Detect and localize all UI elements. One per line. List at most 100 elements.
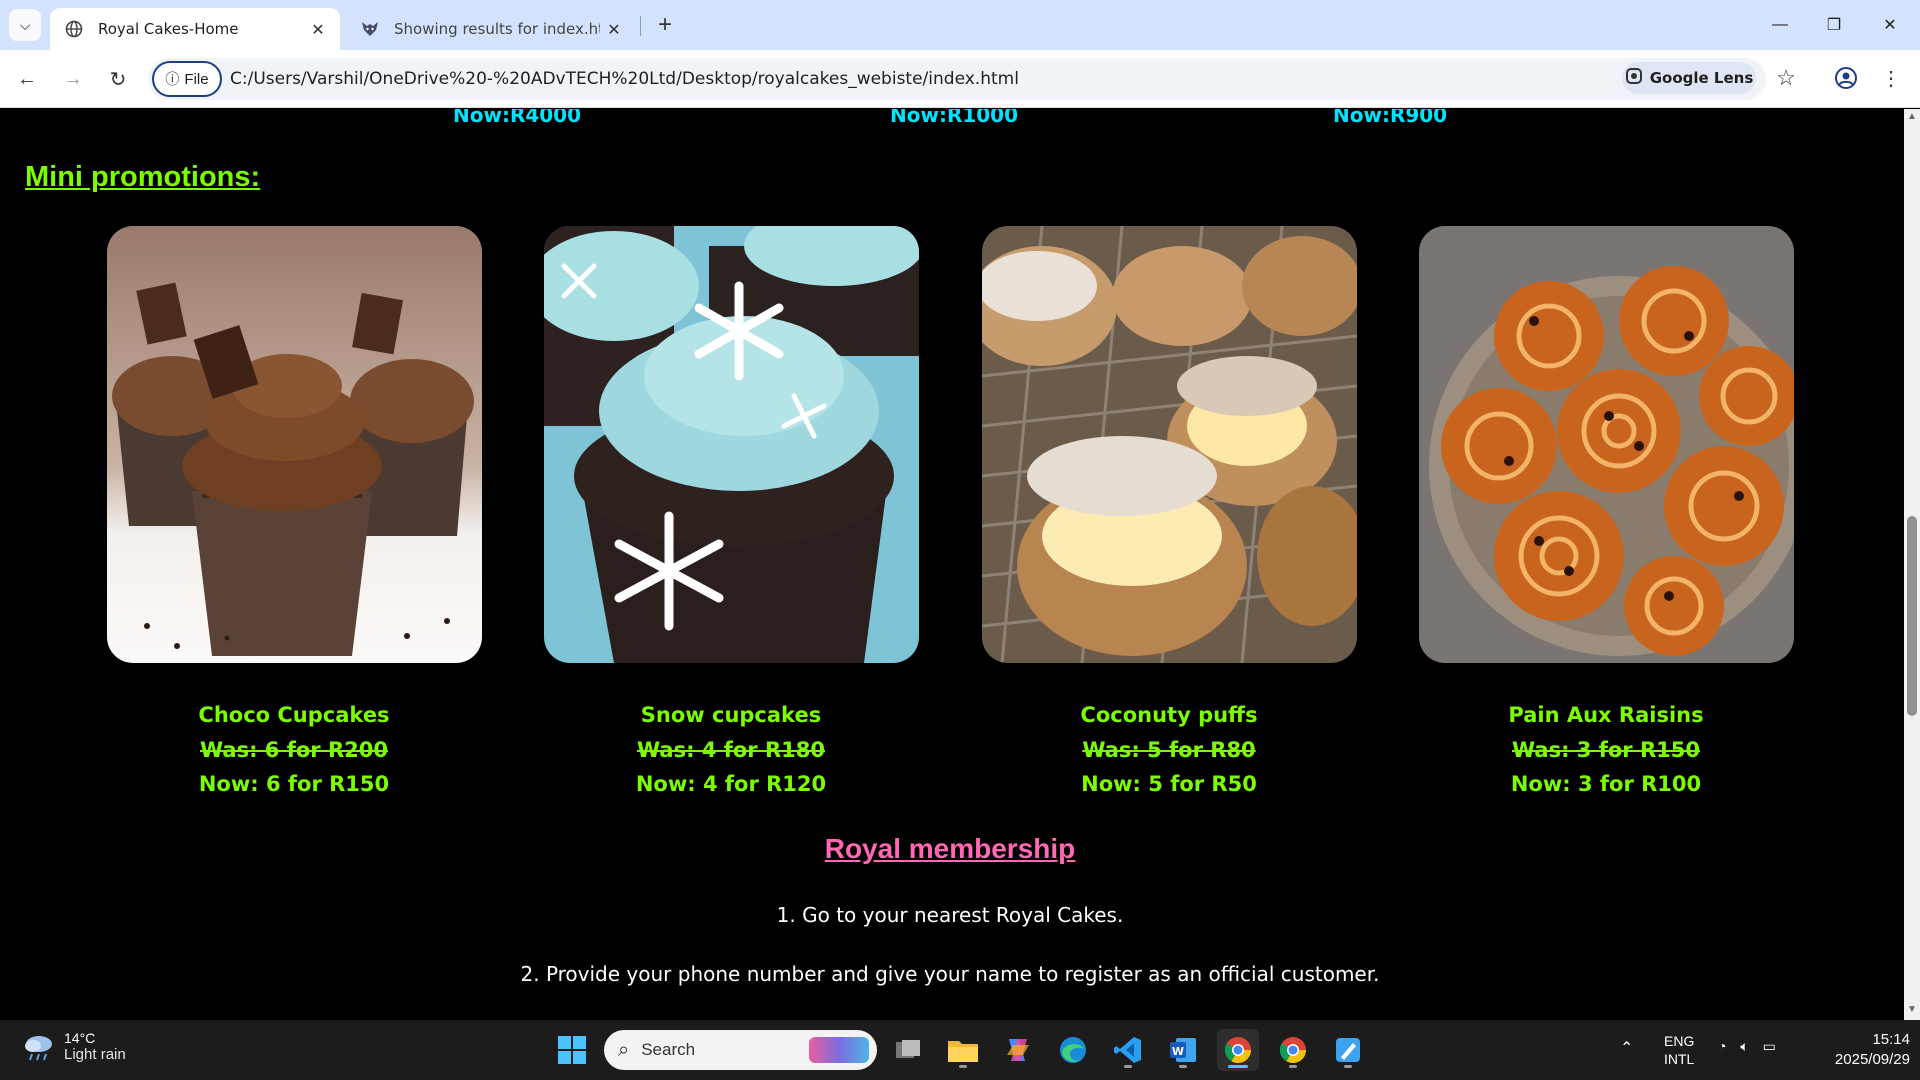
more-vert-icon: ⋮: [1881, 67, 1901, 90]
search-highlight-icon: [809, 1037, 869, 1063]
globe-icon: [64, 19, 84, 39]
new-tab-button[interactable]: +: [650, 10, 680, 40]
scroll-thumb[interactable]: [1907, 516, 1917, 716]
windows-logo-icon: [558, 1036, 586, 1064]
address-bar[interactable]: ⓘ File C:/Users/Varshil/OneDrive%20-%20A…: [148, 58, 1766, 100]
file-explorer-button[interactable]: [942, 1029, 984, 1071]
weather-widget[interactable]: 14°C Light rain: [22, 1030, 126, 1063]
tab-search-results[interactable]: Showing results for index.html ✕: [346, 8, 636, 50]
chrome-icon: [1224, 1037, 1252, 1064]
profile-button[interactable]: [1830, 62, 1862, 94]
minimize-icon: —: [1772, 16, 1788, 33]
chevron-up-icon: ⌃: [1620, 1040, 1634, 1057]
show-hidden-icons-button[interactable]: ⌃: [1620, 1038, 1633, 1058]
now-value: 5 for R50: [1140, 772, 1257, 796]
now-price: R1000: [946, 109, 1019, 127]
product-name: Pain Aux Raisins: [1508, 703, 1704, 727]
back-button[interactable]: ←: [10, 62, 44, 96]
now-label: Now:: [198, 772, 259, 796]
taskbar-search-box[interactable]: ⌕ Search: [604, 1030, 877, 1070]
tab-royal-cakes-home[interactable]: Royal Cakes-Home ✕: [50, 8, 340, 50]
price-now-1: Now:R4000: [453, 109, 581, 127]
forward-button[interactable]: →: [56, 62, 90, 96]
was-value: 6 for R200: [257, 738, 388, 762]
scroll-down-arrow-icon[interactable]: ▼: [1907, 1005, 1917, 1015]
chrome-button[interactable]: [1272, 1029, 1314, 1071]
now-price: Now: 4 for R120: [521, 772, 941, 796]
close-window-button[interactable]: ✕: [1862, 0, 1918, 50]
url-text[interactable]: C:/Users/Varshil/OneDrive%20-%20ADvTECH%…: [230, 69, 1019, 89]
google-lens-button[interactable]: Google Lens: [1622, 62, 1756, 94]
tab-separator: [640, 16, 641, 36]
start-button[interactable]: [551, 1029, 593, 1071]
was-label: Was:: [1082, 738, 1140, 762]
running-indicator: [1344, 1065, 1352, 1068]
copilot-icon: [1007, 1039, 1029, 1061]
page-scrollbar[interactable]: ▲ ▼: [1904, 109, 1920, 1020]
product-image-pain-aux-raisins: [1419, 226, 1794, 663]
copilot-button[interactable]: [997, 1029, 1039, 1071]
active-indicator: [1228, 1065, 1248, 1068]
site-info-chip[interactable]: ⓘ File: [152, 61, 222, 97]
product-card-pain-aux-raisins: Pain Aux Raisins Was: 3 for R150 Now: 3 …: [1396, 703, 1816, 806]
product-card-choco-cupcakes: Choco Cupcakes Was: 6 for R200 Now: 6 fo…: [84, 703, 504, 806]
keyboard-layout: INTL: [1664, 1051, 1695, 1067]
page-viewport: Now:R4000 Now:R1000 Now:R900 Mini promot…: [0, 109, 1920, 1020]
tab-search-button[interactable]: ⌵: [9, 9, 41, 41]
scroll-up-arrow-icon[interactable]: ▲: [1907, 112, 1917, 122]
vscode-button[interactable]: [1107, 1029, 1149, 1071]
now-value: 6 for R150: [258, 772, 390, 796]
was-price: Was: 3 for R150: [1396, 738, 1816, 762]
language-indicator[interactable]: ENG INTL: [1664, 1032, 1694, 1068]
clock-date: 2025/09/29: [1834, 1051, 1910, 1068]
chevron-down-icon: ⌵: [19, 16, 31, 33]
windows-taskbar: 14°C Light rain ⌕ Search W ⌃ ENG INTL ◔ …: [0, 1020, 1920, 1080]
chrome-button-active[interactable]: [1217, 1029, 1259, 1071]
running-indicator: [1124, 1065, 1132, 1068]
browser-menu-button[interactable]: ⋮: [1876, 62, 1906, 94]
product-image-choco-cupcakes: [107, 226, 482, 663]
word-button[interactable]: W: [1162, 1029, 1204, 1071]
lens-label: Google Lens: [1649, 69, 1754, 87]
bookmark-button[interactable]: ☆: [1770, 62, 1802, 94]
task-view-button[interactable]: [887, 1029, 929, 1071]
close-icon[interactable]: ✕: [600, 15, 628, 43]
browser-tab-strip: ⌵ Royal Cakes-Home ✕ Showing results for…: [0, 0, 1920, 50]
weather-condition: Light rain: [64, 1046, 126, 1063]
now-price: Now: 5 for R50: [959, 772, 1379, 796]
system-clock[interactable]: 15:14 2025/09/29: [1810, 1030, 1910, 1070]
restore-button[interactable]: ❐: [1806, 0, 1862, 50]
running-indicator: [959, 1065, 967, 1068]
now-label: Now:: [1333, 109, 1390, 127]
restore-icon: ❐: [1826, 17, 1842, 34]
was-label: Was:: [1512, 738, 1570, 762]
close-icon[interactable]: ✕: [304, 15, 332, 43]
product-image-snow-cupcakes: [544, 226, 919, 663]
product-card-coconuty-puffs: Coconuty puffs Was: 5 for R80 Now: 5 for…: [959, 703, 1379, 806]
search-icon: ⌕: [618, 1038, 630, 1061]
product-card-snow-cupcakes: Snow cupcakes Was: 4 for R180 Now: 4 for…: [521, 703, 941, 806]
plus-icon: +: [657, 11, 672, 38]
now-price: R900: [1389, 109, 1448, 127]
now-label: Now:: [890, 109, 947, 127]
membership-step-1: 1. Go to your nearest Royal Cakes.: [776, 903, 1124, 927]
price-now-3: Now:R900: [1333, 109, 1447, 127]
was-label: Was:: [637, 738, 695, 762]
was-price: Was: 4 for R180: [521, 738, 941, 762]
arrow-right-icon: →: [63, 67, 83, 90]
product-name: Choco Cupcakes: [198, 703, 390, 727]
was-price: Was: 5 for R80: [959, 738, 1379, 762]
clock-time: 15:14: [1872, 1031, 1910, 1048]
now-label: Now:: [1510, 772, 1571, 796]
royal-membership-heading: Royal membership: [824, 833, 1076, 864]
now-price: Now: 6 for R150: [84, 772, 504, 796]
product-name: Snow cupcakes: [640, 703, 822, 727]
edge-button[interactable]: [1052, 1029, 1094, 1071]
volume-icon: 🔈︎: [1740, 1038, 1749, 1054]
arrow-left-icon: ←: [17, 67, 37, 90]
was-value: 5 for R80: [1139, 738, 1256, 762]
paint-app-button[interactable]: [1327, 1029, 1369, 1071]
quick-settings-button[interactable]: ◔ 🔈︎ ▭: [1718, 1038, 1776, 1055]
minimize-button[interactable]: —: [1752, 0, 1808, 50]
reload-button[interactable]: ↻: [101, 62, 135, 96]
